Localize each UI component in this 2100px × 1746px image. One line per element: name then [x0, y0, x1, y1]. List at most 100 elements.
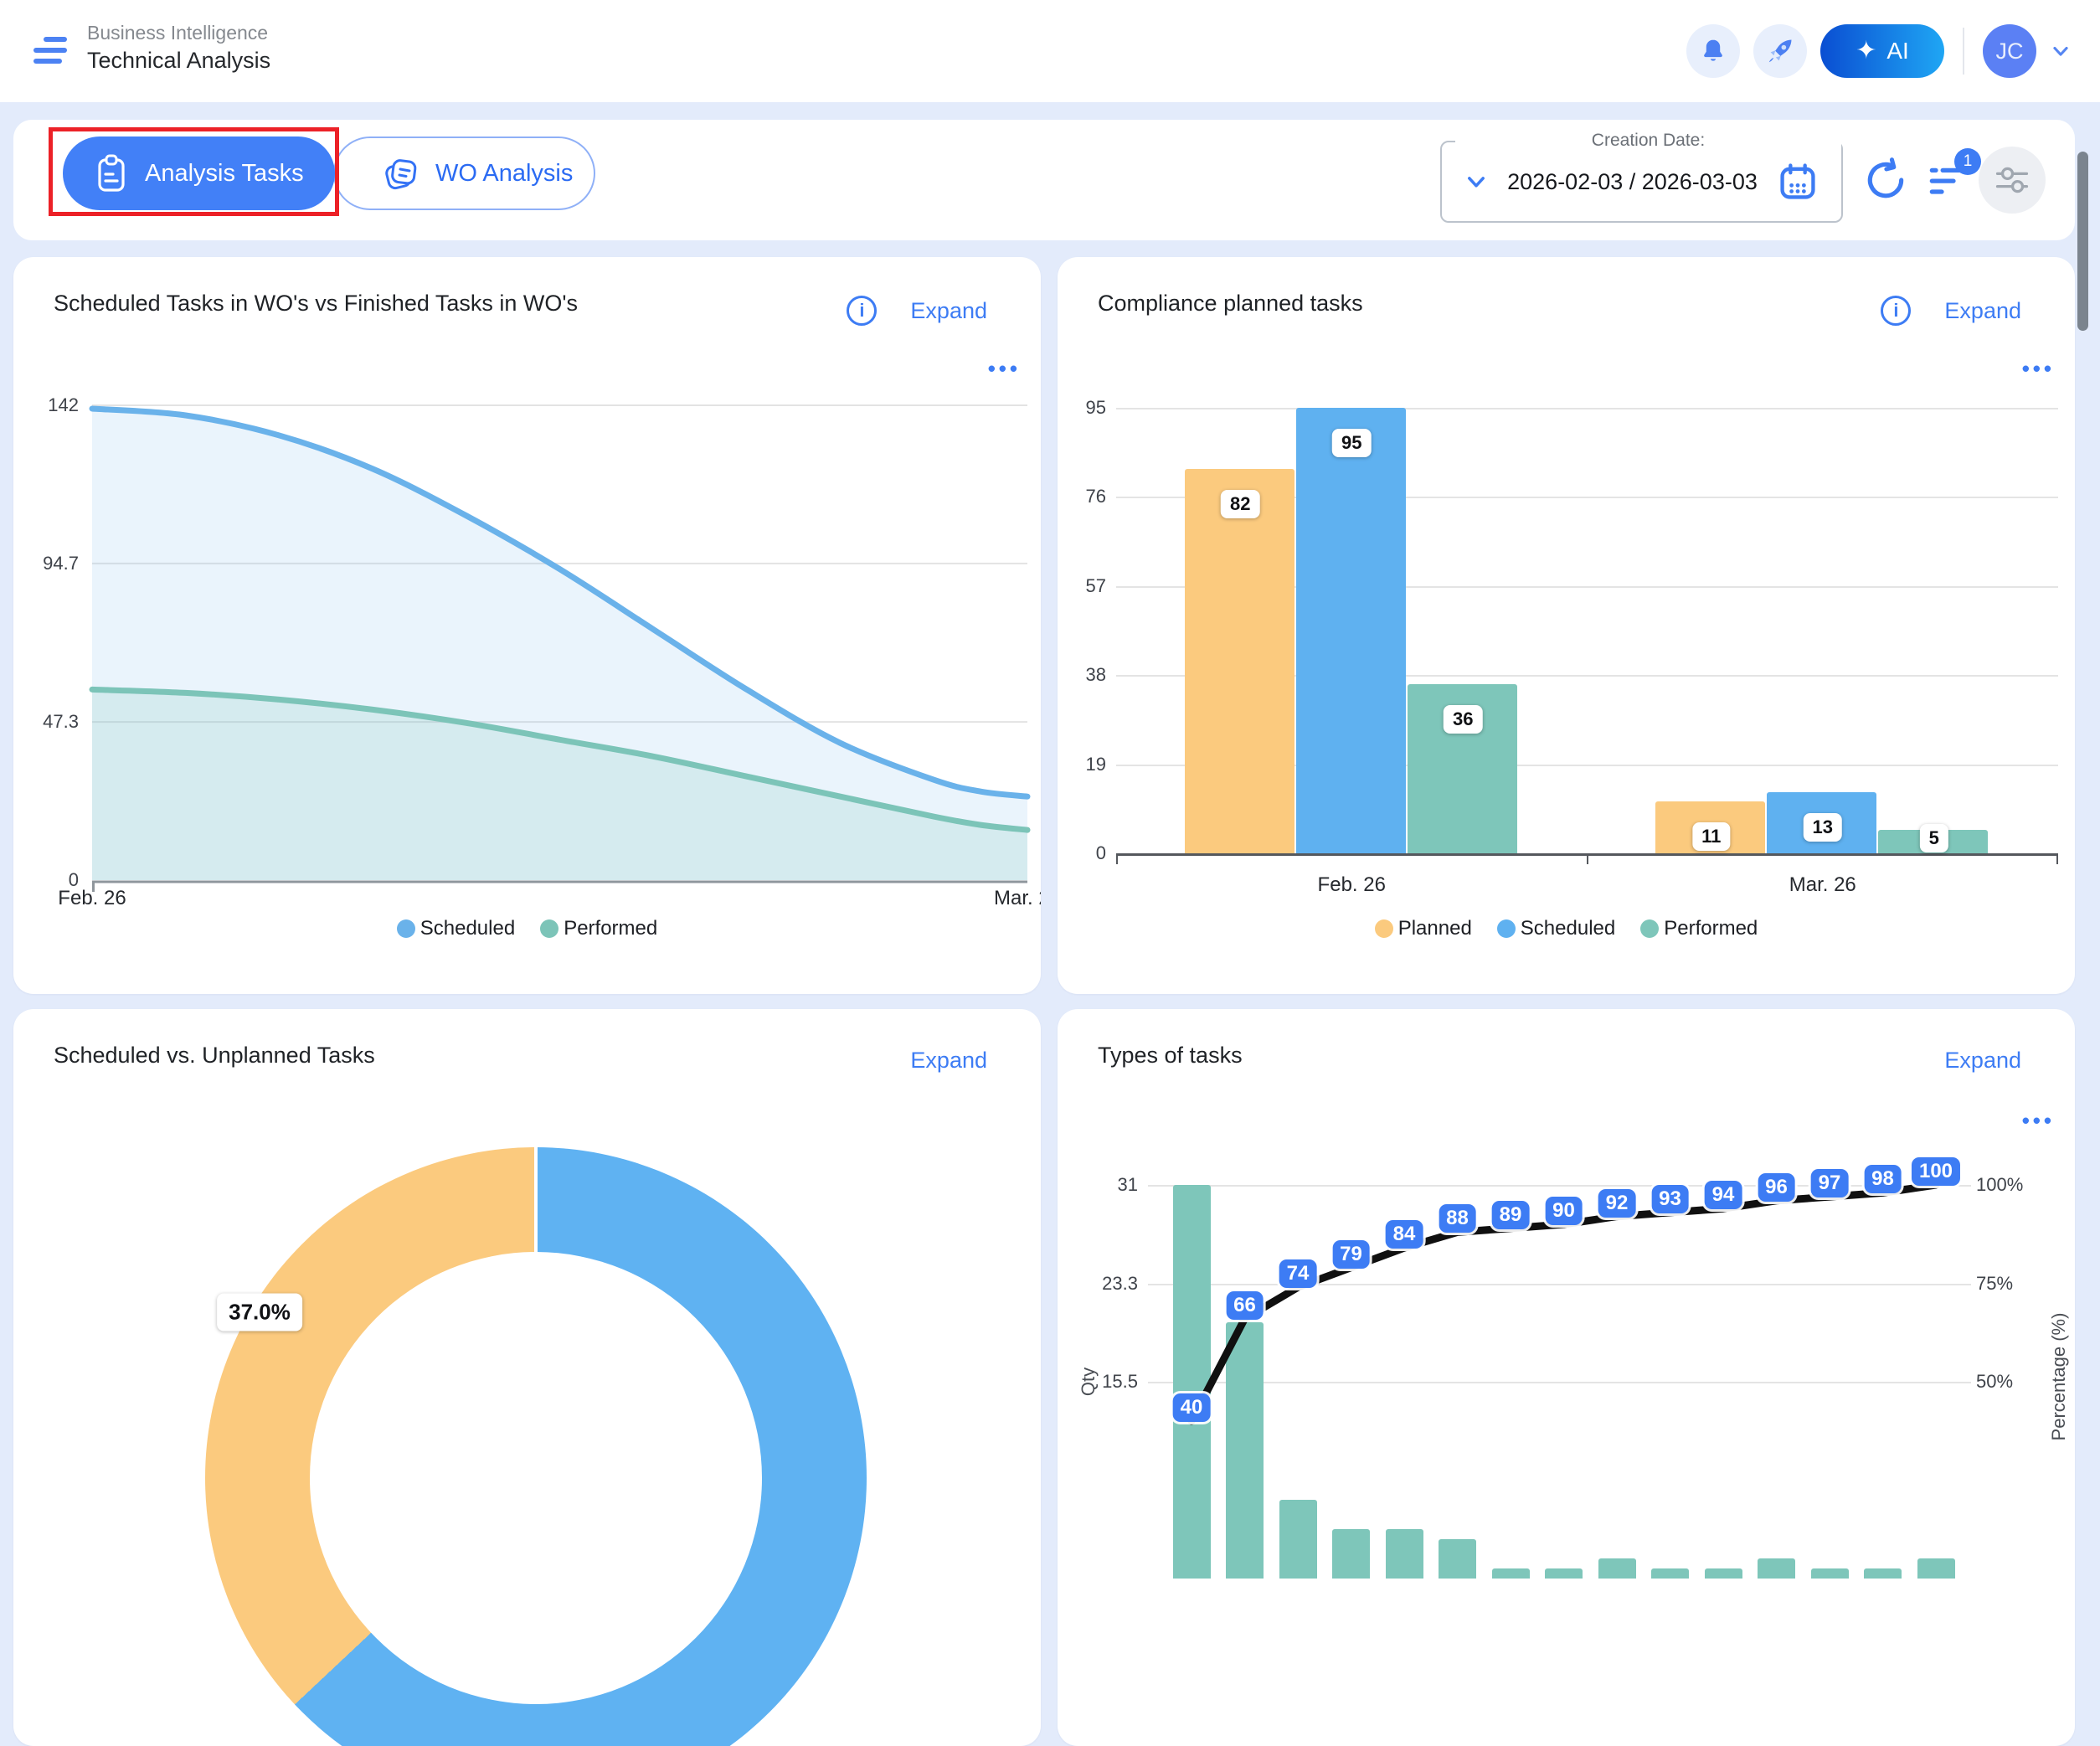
x-axis-tick-label: Feb. 26 [58, 887, 126, 910]
user-avatar[interactable]: JC [1983, 24, 2036, 78]
filter-button[interactable]: 1 [1924, 157, 1971, 203]
y-axis-tick-label: 19 [1058, 754, 1106, 775]
pareto-bar [1758, 1558, 1795, 1578]
value-badge: 36 [1444, 705, 1482, 734]
tab-label: WO Analysis [435, 160, 573, 188]
more-options-icon[interactable] [2022, 356, 2055, 382]
x-axis-category-label: Mar. 26 [1789, 873, 1856, 897]
right-axis-tick-label: 50% [1976, 1371, 2051, 1393]
documents-icon [378, 152, 422, 195]
gridline [1116, 408, 2058, 409]
expand-button[interactable]: Expand [910, 1048, 987, 1074]
expand-button[interactable]: Expand [1944, 298, 2021, 324]
card-scheduled-vs-unplanned: Scheduled vs. Unplanned Tasks Expand 37.… [13, 1009, 1041, 1746]
pareto-bar [1279, 1500, 1317, 1579]
legend-item[interactable]: Planned [1375, 917, 1472, 940]
value-badge: 82 [1221, 490, 1259, 518]
legend-item[interactable]: Performed [1640, 917, 1758, 940]
legend-label: Planned [1398, 917, 1472, 940]
left-axis-tick-label: 23.3 [1058, 1273, 1138, 1295]
chart-title: Scheduled vs. Unplanned Tasks [54, 1043, 375, 1069]
chart-settings-button[interactable] [1979, 147, 2046, 214]
ai-button-label: AI [1886, 38, 1908, 64]
chevron-down-icon[interactable] [1464, 169, 1489, 194]
card-compliance-planned: Compliance planned tasks Expand Planned S… [1058, 257, 2075, 994]
area-chart [92, 405, 1027, 894]
bell-icon [1699, 37, 1727, 65]
legend-item[interactable]: Performed [540, 917, 657, 940]
launch-button[interactable] [1753, 24, 1807, 78]
pareto-value-badge: 89 [1492, 1201, 1530, 1229]
legend-dot [540, 919, 558, 938]
value-badge: 95 [1332, 429, 1371, 457]
pareto-value-badge: 40 [1173, 1393, 1211, 1422]
sliders-icon [1992, 160, 2032, 200]
avatar-initials: JC [1996, 39, 2024, 64]
legend-dot [397, 919, 415, 938]
x-axis-tick [1116, 856, 1118, 864]
legend-item[interactable]: Scheduled [397, 917, 515, 940]
pareto-value-badge: 74 [1279, 1259, 1317, 1288]
notifications-button[interactable] [1686, 24, 1740, 78]
right-axis-tick-label: 75% [1976, 1273, 2051, 1295]
rocket-icon [1765, 36, 1795, 66]
y-axis-tick-label: 94.7 [13, 553, 79, 574]
info-icon[interactable] [847, 296, 877, 326]
pareto-bar [1386, 1529, 1423, 1579]
x-axis-tick [1587, 856, 1588, 864]
pareto-bar [1811, 1568, 1849, 1579]
y-axis-tick-label: 142 [13, 394, 79, 416]
info-icon[interactable] [1881, 296, 1911, 326]
pareto-value-badge: 88 [1439, 1204, 1476, 1233]
chart-title: Scheduled Tasks in WO's vs Finished Task… [54, 291, 578, 317]
creation-date-value[interactable]: 2026-02-03 / 2026-03-03 [1504, 169, 1761, 195]
card-types-of-tasks: Types of tasks Expand 3123.315.5100%75%5… [1058, 1009, 2075, 1746]
page-title: Technical Analysis [87, 45, 270, 75]
pareto-bar [1173, 1185, 1211, 1579]
pareto-value-badge: 79 [1332, 1240, 1370, 1269]
calendar-icon[interactable] [1776, 160, 1819, 203]
pareto-bar [1651, 1568, 1689, 1579]
reset-button[interactable] [1862, 157, 1909, 203]
tab-label: Analysis Tasks [145, 160, 304, 188]
reset-icon [1862, 157, 1909, 203]
tab-wo-analysis[interactable]: WO Analysis [333, 136, 595, 210]
legend-label: Scheduled [1521, 917, 1615, 940]
pareto-value-badge: 94 [1705, 1181, 1742, 1209]
chevron-down-icon[interactable] [2050, 40, 2072, 62]
card-scheduled-vs-finished: Scheduled Tasks in WO's vs Finished Task… [13, 257, 1041, 994]
pareto-value-badge: 93 [1651, 1185, 1689, 1213]
legend-label: Performed [564, 917, 657, 940]
chart-title: Compliance planned tasks [1098, 291, 1363, 317]
gridline [1148, 1382, 1971, 1383]
pareto-bar [1492, 1568, 1530, 1579]
header-divider [1963, 28, 1964, 75]
legend-item[interactable]: Scheduled [1497, 917, 1615, 940]
pareto-bar [1705, 1568, 1742, 1579]
expand-button[interactable]: Expand [910, 298, 987, 324]
pareto-bar [1439, 1539, 1476, 1579]
expand-button[interactable]: Expand [1944, 1048, 2021, 1074]
x-axis-tick [2056, 856, 2058, 864]
vertical-scrollbar-thumb[interactable] [2077, 152, 2088, 331]
donut-hole [310, 1252, 762, 1704]
menu-icon[interactable] [33, 37, 67, 65]
x-axis-category-label: Feb. 26 [1318, 873, 1386, 897]
more-options-icon[interactable] [988, 356, 1021, 382]
y-axis-tick-label: 0 [1058, 842, 1106, 864]
chart-legend: Planned Scheduled Performed [1058, 917, 2075, 940]
header-actions: AI JC [1686, 23, 2072, 79]
y-axis-tick-label: 47.3 [13, 711, 79, 733]
ai-assistant-button[interactable]: AI [1820, 24, 1944, 78]
pareto-value-badge: 90 [1545, 1197, 1583, 1225]
legend-dot [1640, 919, 1659, 938]
pareto-value-badge: 66 [1226, 1291, 1264, 1320]
pareto-value-badge: 97 [1811, 1169, 1849, 1197]
app-header: Business Intelligence Technical Analysis… [0, 0, 2100, 102]
creation-date-field[interactable]: Creation Date: 2026-02-03 / 2026-03-03 [1440, 141, 1843, 223]
pareto-bar [1226, 1322, 1264, 1578]
donut-split [534, 1147, 538, 1254]
tab-analysis-tasks[interactable]: Analysis Tasks [63, 136, 335, 210]
more-options-icon[interactable] [2022, 1108, 2055, 1134]
y-axis-tick-label: 76 [1058, 486, 1106, 507]
